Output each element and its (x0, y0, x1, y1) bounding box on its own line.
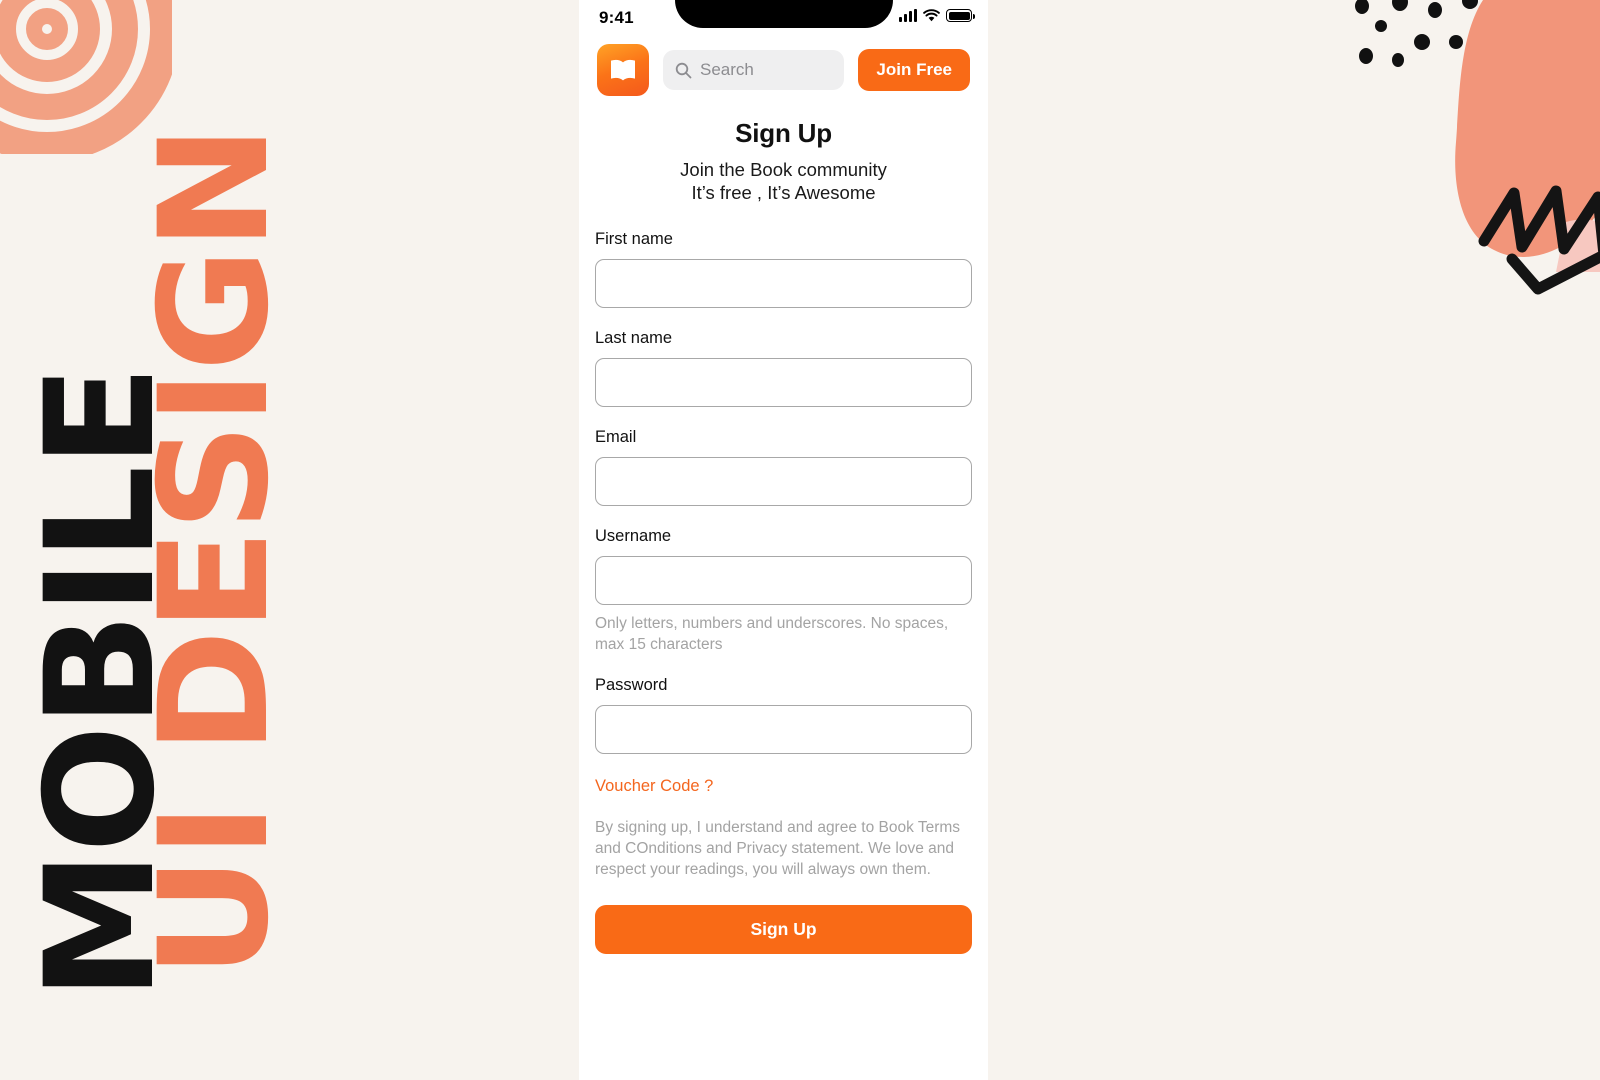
field-label-last-name: Last name (595, 329, 673, 348)
search-icon (675, 62, 692, 78)
search-placeholder: Search (700, 60, 754, 79)
field-email: Email (595, 428, 972, 507)
dynamic-island (674, 0, 893, 28)
dot-scatter-decoration-icon (1355, 0, 1536, 67)
username-input[interactable] (595, 556, 972, 606)
field-password: Password (595, 676, 972, 755)
wifi-icon (923, 9, 940, 22)
last-name-input[interactable] (595, 358, 972, 408)
sign-up-submit-button[interactable]: Sign Up (595, 905, 972, 955)
vertical-display-type: UI DESIGN MOBILE (0, 0, 302, 1080)
search-input[interactable]: Search (663, 50, 845, 90)
join-free-button[interactable]: Join Free (858, 49, 970, 91)
status-bar-icons (899, 9, 975, 22)
field-last-name: Last name (595, 329, 972, 408)
voucher-code-link[interactable]: Voucher Code ? (595, 777, 713, 796)
field-label-username: Username (595, 527, 672, 546)
username-hint: Only letters, numbers and underscores. N… (595, 615, 949, 653)
terms-disclaimer-text: By signing up, I understand and agree to… (595, 819, 961, 878)
subtitle-line-2: It’s free , It’s Awesome (691, 182, 876, 204)
vertical-text-mobile: MOBILE (14, 367, 188, 1000)
password-input[interactable] (595, 705, 972, 755)
field-label-password: Password (595, 676, 668, 695)
salmon-blob-decoration-icon (1455, 0, 1600, 272)
status-bar-time: 9:41 (599, 8, 634, 27)
page-subtitle: Join the Book community It’s free , It’s… (579, 158, 988, 204)
battery-icon (946, 9, 975, 22)
phone-mockup: 9:41 Search Join Free Sign Up Join the B… (579, 0, 988, 1080)
page-title: Sign Up (735, 118, 832, 148)
first-name-input[interactable] (595, 259, 972, 309)
field-first-name: First name (595, 230, 972, 309)
field-label-email: Email (595, 428, 637, 447)
app-bar: Search Join Free (579, 36, 988, 96)
email-input[interactable] (595, 457, 972, 507)
signup-form: First name Last name Email Username Only… (579, 230, 988, 955)
subtitle-line-1: Join the Book community (680, 159, 887, 180)
field-username: Username Only letters, numbers and under… (595, 527, 972, 655)
signal-bars-icon (899, 9, 917, 22)
status-bar: 9:41 (579, 0, 988, 36)
book-app-logo-icon[interactable] (597, 44, 649, 96)
zigzag-scribble-decoration-icon (1478, 185, 1600, 295)
field-label-first-name: First name (595, 230, 673, 249)
